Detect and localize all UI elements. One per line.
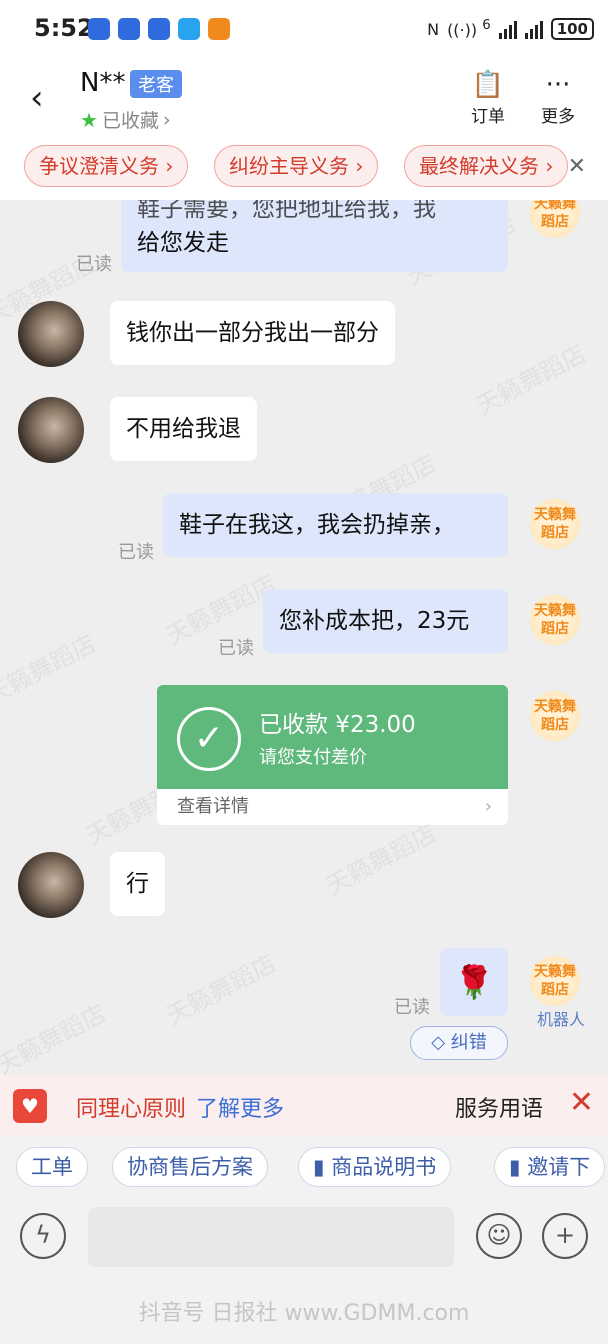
payment-title: 已收款 ¥23.00 [259,712,416,738]
quick-chip-after-sales[interactable]: 协商售后方案 [112,1147,268,1187]
shop-avatar: 天籁舞蹈店 [530,499,580,549]
back-button[interactable]: ‹ [30,78,60,118]
empathy-banner: ♥ 同理心原则 了解更多 服务用语 ✕ [0,1075,608,1137]
payment-subtitle: 请您支付差价 [259,747,367,768]
nfc-icon: N [427,19,440,39]
message-bubble-incoming[interactable]: 钱你出一部分我出一部分 [110,301,395,365]
more-dots-icon: ··· [545,70,571,100]
book-icon: ▮ [313,1155,332,1179]
chevron-right-icon: › [484,796,492,817]
more-label: 更多 [541,107,575,127]
payment-card-header: ✓ 已收款 ¥23.00 请您支付差价 [157,685,508,789]
app-notification-icon [148,18,170,40]
obligation-chip-resolve[interactable]: 最终解决义务 › [404,145,569,187]
robot-label: 机器人 [537,1010,586,1029]
message-bubble-outgoing[interactable]: 鞋子需要，您把地址给我，我 给您发走 [121,200,508,272]
status-right: N ((·)) 6 100 [427,18,594,40]
wifi-icon: ((·)) 6 [447,18,491,40]
quick-chip-manual[interactable]: ▮ 商品说明书 [298,1147,452,1187]
message-bubble-outgoing[interactable]: 鞋子在我这，我会扔掉亲， [163,493,508,557]
read-receipt: 已读 [218,638,254,659]
rose-icon: 🌹 [454,963,494,1001]
chat-header: ‹ N** 老客 ★ 已收藏 › 📋 订单 ··· 更多 [0,62,608,140]
app-notification-icon [118,18,140,40]
message-text: 行 [126,871,149,897]
learn-more-link[interactable]: 了解更多 [196,1091,284,1123]
empathy-title: 同理心原则 [76,1097,187,1122]
shop-avatar: 天籁舞蹈店 [530,595,580,645]
close-icon[interactable]: ✕ [568,154,586,179]
quick-actions: 工单 协商售后方案 ▮ 商品说明书 ▮ 邀请下 [0,1137,608,1201]
watermark: 天籁舞蹈店 [0,999,111,1075]
close-icon[interactable]: ✕ [569,1085,594,1120]
correct-label: 纠错 [450,1032,487,1053]
correct-button[interactable]: ◇ 纠错 [410,1026,508,1060]
details-label: 查看详情 [177,796,249,817]
avatar[interactable] [18,852,84,918]
read-receipt: 已读 [118,542,154,563]
watermark: 天籁舞蹈店 [471,339,591,421]
heart-logo-icon: ♥ [13,1089,47,1123]
message-text: 鞋子需要，您把地址给我，我 [137,200,436,222]
check-icon: ✓ [177,707,241,771]
weather-icon [178,18,200,40]
plus-icon[interactable]: + [542,1213,588,1259]
chevron-left-icon: ‹ [30,78,44,118]
message-text: 您补成本把，23元 [279,608,470,634]
favorite-link[interactable]: ★ 已收藏 › [80,106,171,133]
chevron-right-icon: › [162,108,171,131]
quick-chip-invite[interactable]: ▮ 邀请下 [494,1147,606,1187]
obligation-bar: 争议澄清义务 › 纠纷主导义务 › 最终解决义务 › ✕ [0,140,608,200]
payment-details-link[interactable]: 查看详情 › [157,789,508,825]
obligation-chip-clarify[interactable]: 争议澄清义务 › [24,145,189,187]
read-receipt: 已读 [76,254,112,275]
avatar[interactable] [18,301,84,367]
input-bar: ϟ ☺ + 抖音号 日报社 www.GDMM.com [0,1201,608,1344]
clipboard-icon: 📋 [471,70,505,100]
message-text: 钱你出一部分我出一部分 [126,320,379,346]
customer-tag: 老客 [130,70,182,98]
emoji-icon[interactable]: ☺ [476,1213,522,1259]
status-bar: 5:52 N ((·)) 6 100 [0,0,608,62]
shop-avatar: 天籁舞蹈店 [530,956,580,1006]
shop-avatar: 天籁舞蹈店 [530,691,580,741]
signal-icon [524,19,543,39]
watermark: 天籁舞蹈店 [321,819,441,901]
contact-name: N** [80,68,126,98]
footer-watermark: 抖音号 日报社 www.GDMM.com [138,1301,470,1326]
obligation-chip-lead[interactable]: 纠纷主导义务 › [214,145,379,187]
order-label: 订单 [471,107,505,127]
message-bubble-incoming[interactable]: 行 [110,852,165,916]
app-notification-icon [88,18,110,40]
watermark: 天籁舞蹈店 [161,949,281,1031]
lightning-icon[interactable]: ϟ [20,1213,66,1259]
order-button[interactable]: 📋 订单 [458,68,518,127]
read-receipt: 已读 [394,997,430,1018]
clock: 5:52 [34,14,94,42]
star-icon: ★ [80,107,98,132]
eraser-icon: ◇ [431,1032,446,1053]
bag-icon: ▮ [509,1155,528,1179]
quick-chip-ticket[interactable]: 工单 [16,1147,88,1187]
message-text: 给您发走 [137,230,229,256]
payment-card[interactable]: ✓ 已收款 ¥23.00 请您支付差价 查看详情 › [157,685,508,825]
message-bubble-sticker[interactable]: 🌹 [440,948,508,1016]
favorite-label: 已收藏 [101,110,159,132]
service-phrases-link[interactable]: 服务用语 [455,1091,543,1123]
message-bubble-incoming[interactable]: 不用给我退 [110,397,257,461]
signal-icon [498,19,517,39]
watermark: 天籁舞蹈店 [0,629,101,711]
message-text: 不用给我退 [126,416,241,442]
message-text: 鞋子在我这，我会扔掉亲， [179,512,455,538]
avatar[interactable] [18,397,84,463]
shop-avatar: 天籁舞蹈店 [530,200,580,238]
message-bubble-outgoing[interactable]: 您补成本把，23元 [263,589,508,653]
more-button[interactable]: ··· 更多 [528,68,588,127]
app-notification-icon [208,18,230,40]
notification-icons [88,18,230,40]
battery-indicator: 100 [550,18,594,40]
chat-area[interactable]: 天籁舞蹈店 天籁舞蹈店 天籁舞蹈店 天籁舞蹈店 天籁舞蹈店 天籁舞蹈店 天籁舞蹈… [0,200,608,1075]
message-input[interactable] [88,1207,454,1267]
